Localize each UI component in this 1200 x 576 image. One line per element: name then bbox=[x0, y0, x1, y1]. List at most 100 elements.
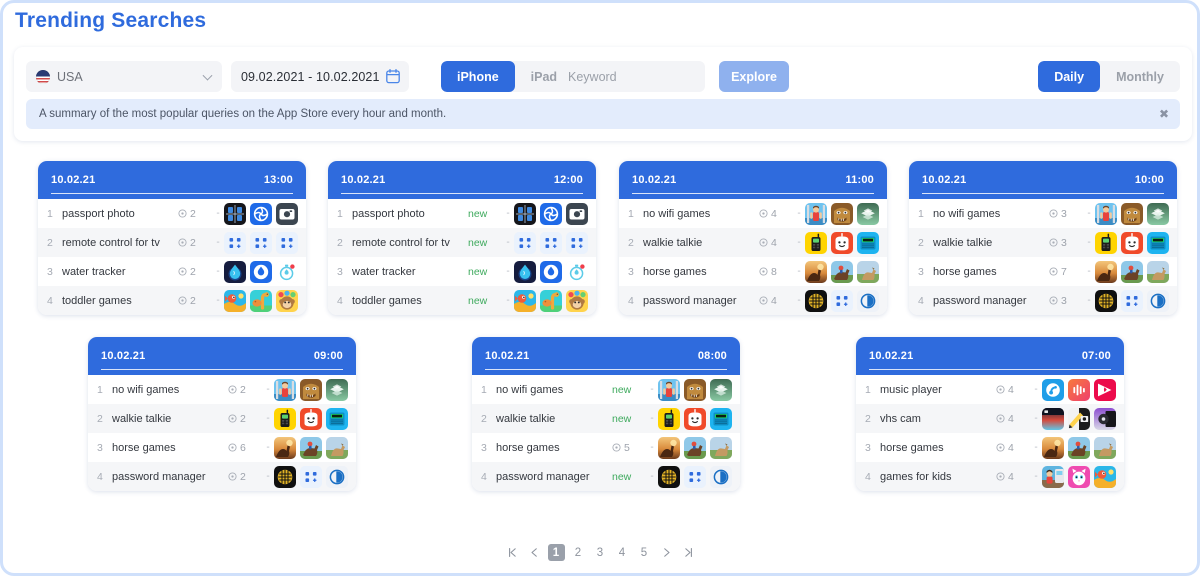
stack-game-icon[interactable] bbox=[710, 379, 732, 401]
keyword-label[interactable]: passport photo bbox=[352, 208, 468, 220]
password-gold-icon[interactable] bbox=[805, 290, 827, 312]
last-page-icon[interactable] bbox=[680, 544, 697, 561]
climber-game-icon[interactable] bbox=[658, 379, 680, 401]
table-row[interactable]: 1no wifi games4- bbox=[619, 199, 887, 228]
keyword-label[interactable]: no wifi games bbox=[643, 208, 759, 220]
water-timer-icon[interactable] bbox=[276, 261, 298, 283]
password-gold-icon[interactable] bbox=[658, 466, 680, 488]
horse-field-icon[interactable] bbox=[326, 437, 348, 459]
keyword-label[interactable]: remote control for tv bbox=[352, 237, 468, 249]
toddler-giraffe-icon[interactable] bbox=[540, 290, 562, 312]
keyword-label[interactable]: toddler games bbox=[62, 295, 178, 307]
keyword-label[interactable]: walkie talkie bbox=[643, 237, 759, 249]
table-row[interactable]: 4games for kids4- bbox=[856, 462, 1124, 491]
period-option-monthly[interactable]: Monthly bbox=[1100, 61, 1180, 92]
remote-dots-icon[interactable] bbox=[1121, 290, 1143, 312]
password-gold-icon[interactable] bbox=[1095, 290, 1117, 312]
passport-photo-blue-icon[interactable] bbox=[540, 203, 562, 225]
walkie-yellow-icon[interactable] bbox=[658, 408, 680, 430]
first-page-icon[interactable] bbox=[504, 544, 521, 561]
period-option-daily[interactable]: Daily bbox=[1038, 61, 1100, 92]
walkie-blue-icon[interactable] bbox=[1147, 232, 1169, 254]
keyword-label[interactable]: water tracker bbox=[62, 266, 178, 278]
water-drop-dark-icon[interactable] bbox=[224, 261, 246, 283]
stack-game-icon[interactable] bbox=[1147, 203, 1169, 225]
keyword-label[interactable]: games for kids bbox=[880, 471, 996, 483]
temple-run-icon[interactable] bbox=[831, 203, 853, 225]
table-row[interactable]: 2walkie talkienew- bbox=[472, 404, 740, 433]
close-icon[interactable]: ✖ bbox=[1159, 108, 1169, 120]
walkie-yellow-icon[interactable] bbox=[1095, 232, 1117, 254]
device-option-iphone[interactable]: iPhone bbox=[441, 61, 515, 92]
toddler-giraffe-icon[interactable] bbox=[250, 290, 272, 312]
toddler-fish-icon[interactable] bbox=[1094, 466, 1116, 488]
table-row[interactable]: 1no wifi games3- bbox=[909, 199, 1177, 228]
table-row[interactable]: 2walkie talkie2- bbox=[88, 404, 356, 433]
remote-dots-icon[interactable] bbox=[224, 232, 246, 254]
remote-dots-icon[interactable] bbox=[300, 466, 322, 488]
table-row[interactable]: 1no wifi gamesnew- bbox=[472, 375, 740, 404]
climber-game-icon[interactable] bbox=[274, 379, 296, 401]
remote-dots-icon[interactable] bbox=[540, 232, 562, 254]
horse-field-icon[interactable] bbox=[1147, 261, 1169, 283]
table-row[interactable]: 2vhs cam4- bbox=[856, 404, 1124, 433]
page-button-5[interactable]: 5 bbox=[636, 544, 653, 561]
password-gold-icon[interactable] bbox=[274, 466, 296, 488]
toddler-monkey-icon[interactable] bbox=[566, 290, 588, 312]
table-row[interactable]: 1passport photonew- bbox=[328, 199, 596, 228]
stack-game-icon[interactable] bbox=[326, 379, 348, 401]
table-row[interactable]: 3water trackernew- bbox=[328, 257, 596, 286]
horse-rider-icon[interactable] bbox=[1068, 437, 1090, 459]
remote-dots-icon[interactable] bbox=[514, 232, 536, 254]
vhs-purple-icon[interactable] bbox=[1094, 408, 1116, 430]
table-row[interactable]: 1no wifi games2- bbox=[88, 375, 356, 404]
keyword-label[interactable]: passport photo bbox=[62, 208, 178, 220]
keyword-label[interactable]: horse games bbox=[643, 266, 759, 278]
table-row[interactable]: 2remote control for tvnew- bbox=[328, 228, 596, 257]
passport-photo-grid-icon[interactable] bbox=[224, 203, 246, 225]
stack-game-icon[interactable] bbox=[857, 203, 879, 225]
horse-sunset-icon[interactable] bbox=[658, 437, 680, 459]
table-row[interactable]: 3horse games5- bbox=[472, 433, 740, 462]
keyword-label[interactable]: water tracker bbox=[352, 266, 468, 278]
table-row[interactable]: 2walkie talkie3- bbox=[909, 228, 1177, 257]
remote-dots-icon[interactable] bbox=[831, 290, 853, 312]
remote-dots-icon[interactable] bbox=[276, 232, 298, 254]
walkie-robot-icon[interactable] bbox=[1121, 232, 1143, 254]
keyword-label[interactable]: password manager bbox=[496, 471, 612, 483]
horse-sunset-icon[interactable] bbox=[1042, 437, 1064, 459]
table-row[interactable]: 2walkie talkie4- bbox=[619, 228, 887, 257]
horse-sunset-icon[interactable] bbox=[274, 437, 296, 459]
walkie-blue-icon[interactable] bbox=[710, 408, 732, 430]
water-drop-dark-icon[interactable] bbox=[514, 261, 536, 283]
page-button-1[interactable]: 1 bbox=[548, 544, 565, 561]
keyword-label[interactable]: horse games bbox=[496, 442, 612, 454]
walkie-robot-icon[interactable] bbox=[300, 408, 322, 430]
passport-photo-camera-icon[interactable] bbox=[276, 203, 298, 225]
horse-rider-icon[interactable] bbox=[1121, 261, 1143, 283]
table-row[interactable]: 2remote control for tv2- bbox=[38, 228, 306, 257]
walkie-robot-icon[interactable] bbox=[684, 408, 706, 430]
keyword-label[interactable]: vhs cam bbox=[880, 413, 996, 425]
table-row[interactable]: 4password managernew- bbox=[472, 462, 740, 491]
music-orange-icon[interactable] bbox=[1068, 379, 1090, 401]
walkie-yellow-icon[interactable] bbox=[274, 408, 296, 430]
toddler-monkey-icon[interactable] bbox=[276, 290, 298, 312]
horse-rider-icon[interactable] bbox=[300, 437, 322, 459]
table-row[interactable]: 1passport photo2- bbox=[38, 199, 306, 228]
walkie-yellow-icon[interactable] bbox=[805, 232, 827, 254]
table-row[interactable]: 4password manager4- bbox=[619, 286, 887, 315]
keyword-input[interactable] bbox=[557, 61, 705, 92]
page-button-4[interactable]: 4 bbox=[614, 544, 631, 561]
keyword-label[interactable]: remote control for tv bbox=[62, 237, 178, 249]
keyword-label[interactable]: walkie talkie bbox=[496, 413, 612, 425]
horse-rider-icon[interactable] bbox=[831, 261, 853, 283]
keyword-label[interactable]: no wifi games bbox=[112, 384, 228, 396]
keyword-label[interactable]: no wifi games bbox=[933, 208, 1049, 220]
climber-game-icon[interactable] bbox=[1095, 203, 1117, 225]
password-1password-icon[interactable] bbox=[1147, 290, 1169, 312]
table-row[interactable]: 3horse games6- bbox=[88, 433, 356, 462]
prev-page-icon[interactable] bbox=[526, 544, 543, 561]
explore-button[interactable]: Explore bbox=[719, 61, 789, 92]
water-drop-blue-icon[interactable] bbox=[540, 261, 562, 283]
